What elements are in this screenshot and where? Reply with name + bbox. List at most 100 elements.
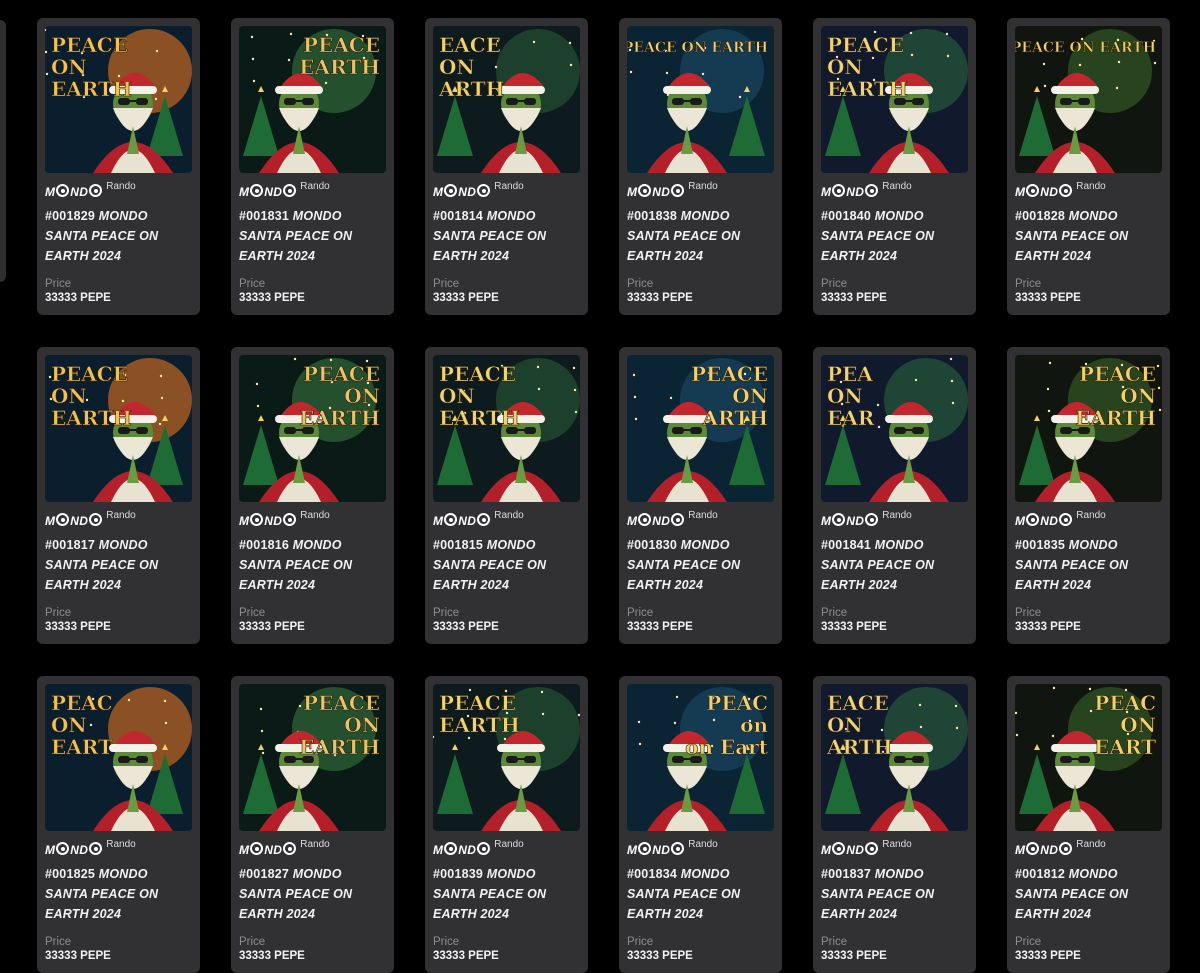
nft-title[interactable]: #001829 MONDO SANTA PEACE ON EARTH 2024 [45, 206, 192, 266]
nft-thumbnail[interactable]: PEAC ON EART [1015, 684, 1162, 831]
nft-card[interactable]: PEACE ON ARTH M ND Rando #001830 MONDO SANT… [619, 347, 782, 644]
nft-thumbnail[interactable]: PEACE ON ARTH [627, 355, 774, 502]
collection-sub-label: Rando [300, 510, 330, 521]
collection-sub-label: Rando [882, 181, 912, 192]
nft-thumbnail[interactable]: PEACE ON EARTH [45, 26, 192, 173]
nft-thumbnail[interactable]: PEACE ON EARTH [1015, 26, 1162, 173]
nft-title[interactable]: #001812 MONDO SANTA PEACE ON EARTH 2024 [1015, 864, 1162, 924]
nft-title[interactable]: #001838 MONDO SANTA PEACE ON EARTH 2024 [627, 206, 774, 266]
mondo-logo: M ND [627, 513, 685, 528]
nft-title[interactable]: #001841 MONDO SANTA PEACE ON EARTH 2024 [821, 535, 968, 595]
price-value: 33333 PEPE [239, 950, 305, 962]
nft-number: #001812 [1015, 867, 1066, 881]
svg-text:ON: ON [827, 713, 863, 737]
nft-thumbnail[interactable]: PEACE ON EARTH [239, 355, 386, 502]
nft-thumbnail[interactable]: PEACE ON EARTH [45, 355, 192, 502]
nft-thumbnail[interactable]: PEACE ON EARTH [821, 26, 968, 173]
svg-text:PEAC: PEAC [706, 691, 768, 715]
nft-title[interactable]: #001831 MONDO SANTA PEACE ON EARTH 2024 [239, 206, 386, 266]
collection-sub-label: Rando [106, 839, 136, 850]
svg-text:EAR: EAR [827, 406, 875, 430]
nft-title[interactable]: #001817 MONDO SANTA PEACE ON EARTH 2024 [45, 535, 192, 595]
svg-text:EACE: EACE [827, 691, 889, 715]
nft-card[interactable]: PEACE ON EARTH M ND Rando #001827 MONDO SAN… [231, 676, 394, 973]
nft-thumbnail[interactable]: PEA ON EAR [821, 355, 968, 502]
svg-text:ARTH: ARTH [826, 735, 893, 759]
nft-card[interactable]: PEACE ON EARTH M ND Rando #001829 MONDO SAN… [37, 18, 200, 315]
mondo-logo: M ND [627, 184, 685, 199]
collection-brand: M ND Rando [239, 839, 386, 858]
nft-card[interactable]: EACE ON ARTH M ND Rando #001837 MONDO SANTA… [813, 676, 976, 973]
collection-sub-label: Rando [688, 181, 718, 192]
mondo-logo: M ND [433, 513, 491, 528]
nft-title[interactable]: #001815 MONDO SANTA PEACE ON EARTH 2024 [433, 535, 580, 595]
collection-sub-label: Rando [106, 510, 136, 521]
nft-card[interactable]: PEACE ON EARTH M ND Rando #001817 MONDO SAN… [37, 347, 200, 644]
mondo-logo: M ND [433, 184, 491, 199]
nft-thumbnail[interactable]: PEACE EARTH [239, 26, 386, 173]
nft-title[interactable]: #001835 MONDO SANTA PEACE ON EARTH 2024 [1015, 535, 1162, 595]
nft-title[interactable]: #001840 MONDO SANTA PEACE ON EARTH 2024 [821, 206, 968, 266]
nft-title[interactable]: #001839 MONDO SANTA PEACE ON EARTH 2024 [433, 864, 580, 924]
nft-card[interactable]: PEACE ON EARTH M ND Rando #001838 MONDO S… [619, 18, 782, 315]
nft-thumbnail[interactable]: PEAC ON EART [45, 684, 192, 831]
nft-thumbnail[interactable]: PEACE ON EARTH [1015, 355, 1162, 502]
nft-title[interactable]: #001830 MONDO SANTA PEACE ON EARTH 2024 [627, 535, 774, 595]
mondo-logo: M ND [821, 513, 879, 528]
nft-thumbnail[interactable]: PEACE ON EARTH [239, 684, 386, 831]
price-label: Price [239, 607, 266, 619]
price-label: Price [239, 936, 266, 948]
nft-number: #001831 [239, 209, 290, 223]
nft-card[interactable]: PEAC ON EART M ND Rando #001812 MONDO SANTA… [1007, 676, 1170, 973]
nft-title[interactable]: #001816 MONDO SANTA PEACE ON EARTH 2024 [239, 535, 386, 595]
price-label: Price [433, 936, 460, 948]
nft-card[interactable]: PEACE ON EARTH M ND Rando #001835 MONDO SAN… [1007, 347, 1170, 644]
nft-artwork: PEACONEART [45, 684, 192, 831]
svg-text:EARTH: EARTH [1075, 406, 1156, 430]
nft-card[interactable]: PEACE ON EARTH M ND Rando #001816 MONDO SAN… [231, 347, 394, 644]
nft-number: #001814 [433, 209, 484, 223]
nft-card[interactable]: PEA ON EAR M ND Rando #001841 MONDO SANTA P… [813, 347, 976, 644]
svg-text:PEAC: PEAC [1094, 691, 1156, 715]
svg-text:EART: EART [1094, 735, 1156, 759]
nft-thumbnail[interactable]: EACE ON ARTH [433, 26, 580, 173]
sidebar-edge [0, 20, 6, 282]
nft-thumbnail[interactable]: PEACE ON EARTH [627, 26, 774, 173]
nft-number: #001841 [821, 538, 872, 552]
svg-text:PEACE: PEACE [51, 33, 128, 57]
nft-thumbnail[interactable]: EACE ON ARTH [821, 684, 968, 831]
collection-brand: M ND Rando [433, 181, 580, 200]
nft-title[interactable]: #001828 MONDO SANTA PEACE ON EARTH 2024 [1015, 206, 1162, 266]
nft-artwork: EACEONARTH [433, 26, 580, 173]
price-value: 33333 PEPE [1015, 621, 1081, 633]
nft-thumbnail[interactable]: PEACE ON EARTH [433, 355, 580, 502]
nft-card[interactable]: EACE ON ARTH M ND Rando #001814 MONDO SANTA… [425, 18, 588, 315]
svg-text:PEACE: PEACE [303, 362, 380, 386]
nft-artwork: PEACONEART [1015, 684, 1162, 831]
nft-card[interactable]: PEACE ON EARTH M ND Rando #001840 MONDO SAN… [813, 18, 976, 315]
nft-title[interactable]: #001834 MONDO SANTA PEACE ON EARTH 2024 [627, 864, 774, 924]
nft-card[interactable]: PEAC ON EART M ND Rando #001825 MONDO SANTA… [37, 676, 200, 973]
nft-thumbnail[interactable]: PEACE EARTH [433, 684, 580, 831]
nft-card[interactable]: PEACE ON EARTH M ND Rando #001815 MONDO SAN… [425, 347, 588, 644]
price-label: Price [45, 607, 72, 619]
price-value: 33333 PEPE [239, 621, 305, 633]
nft-title[interactable]: #001814 MONDO SANTA PEACE ON EARTH 2024 [433, 206, 580, 266]
nft-thumbnail[interactable]: PEAC on on Eart [627, 684, 774, 831]
svg-text:ON: ON [827, 55, 863, 79]
nft-number: #001830 [627, 538, 678, 552]
collection-sub-label: Rando [300, 181, 330, 192]
collection-brand: M ND Rando [821, 181, 968, 200]
nft-card[interactable]: PEACE EARTH M ND Rando #001839 MONDO SANTA… [425, 676, 588, 973]
nft-title[interactable]: #001837 MONDO SANTA PEACE ON EARTH 2024 [821, 864, 968, 924]
collection-sub-label: Rando [1076, 181, 1106, 192]
nft-card[interactable]: PEACE ON EARTH M ND Rando #001828 MONDO S… [1007, 18, 1170, 315]
nft-card[interactable]: PEACE EARTH M ND Rando #001831 MONDO SANTA… [231, 18, 394, 315]
nft-title[interactable]: #001825 MONDO SANTA PEACE ON EARTH 2024 [45, 864, 192, 924]
price-value: 33333 PEPE [45, 292, 111, 304]
nft-number: #001837 [821, 867, 872, 881]
nft-card[interactable]: PEAC on on Eart M ND Rando #001834 MONDO SA… [619, 676, 782, 973]
nft-number: #001829 [45, 209, 96, 223]
nft-title[interactable]: #001827 MONDO SANTA PEACE ON EARTH 2024 [239, 864, 386, 924]
nft-grid: PEACE ON EARTH M ND Rando #001829 MONDO SAN… [37, 18, 1170, 973]
